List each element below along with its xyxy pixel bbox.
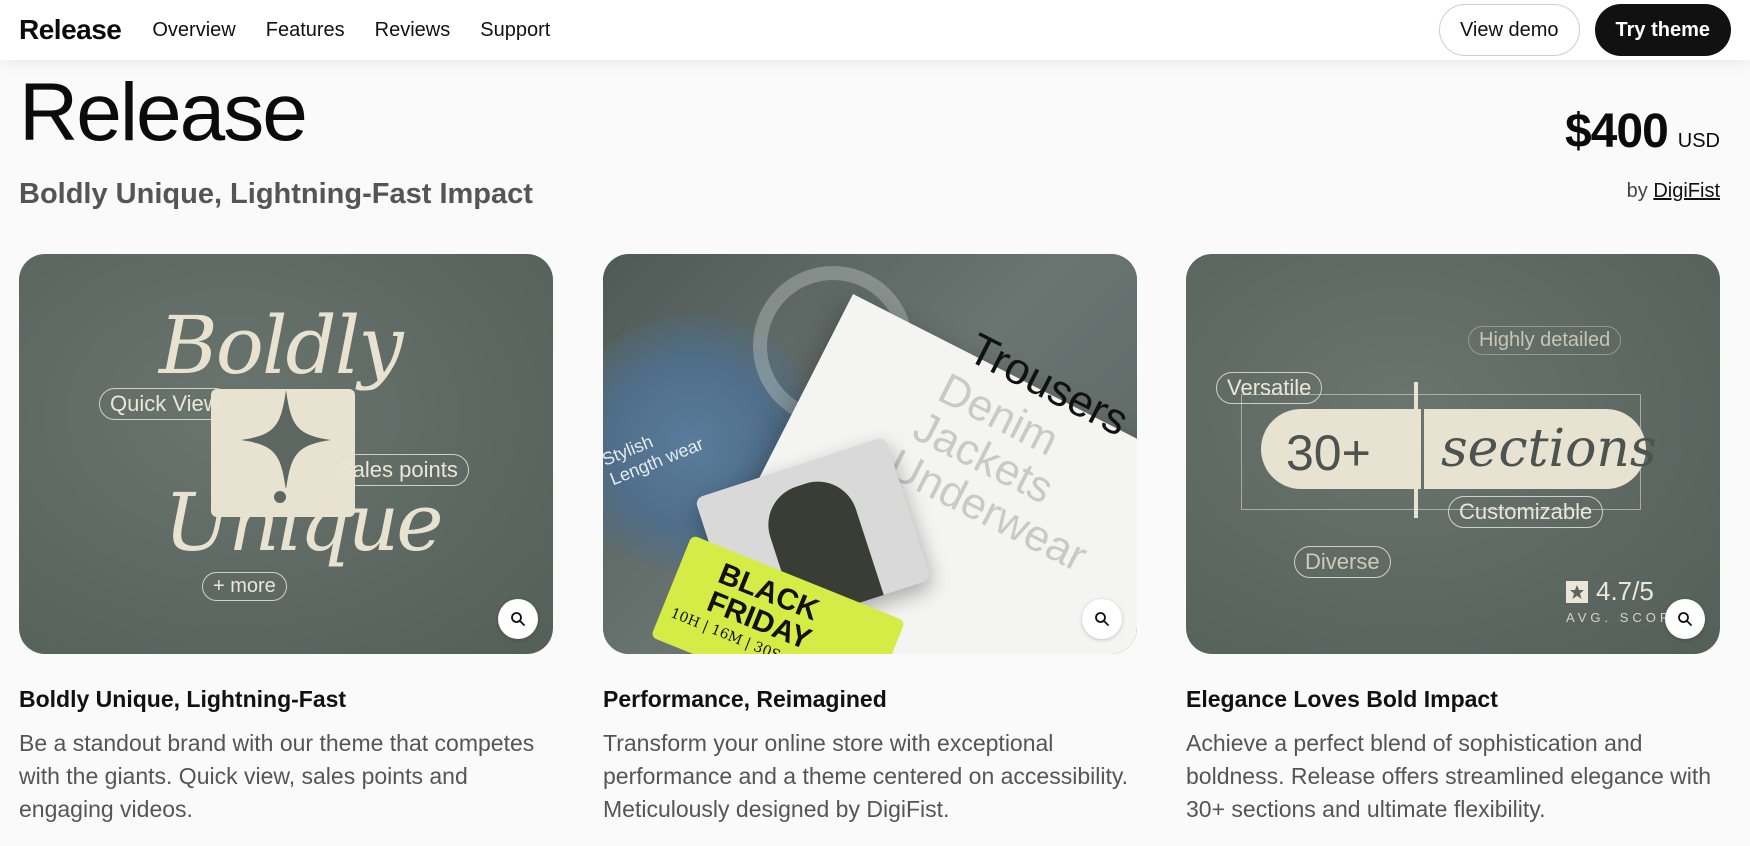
feature-image-3[interactable]: 30+ sections Versatile Highly detailed C… <box>1186 254 1720 654</box>
image-divider-bar <box>1414 382 1418 518</box>
pill-highly-detailed: Highly detailed <box>1468 326 1622 355</box>
image-word-unique: Unique <box>164 476 444 569</box>
nav-link-overview[interactable]: Overview <box>152 19 235 42</box>
pill-diverse: Diverse <box>1294 546 1391 578</box>
feature-card-2: Trousers Denim Jackets Underwear Stylish… <box>603 254 1137 826</box>
byline-prefix: by <box>1626 180 1648 202</box>
magnifier-icon <box>1678 612 1692 626</box>
magnifier-icon <box>1095 612 1109 626</box>
image-word-boldly: Boldly <box>159 299 404 392</box>
zoom-button[interactable] <box>1082 599 1122 639</box>
card-description: Achieve a perfect blend of sophisticatio… <box>1186 730 1712 822</box>
price-amount: $400 <box>1564 105 1669 158</box>
pill-sales-points: Sales points <box>327 454 469 486</box>
feature-image-2[interactable]: Trousers Denim Jackets Underwear Stylish… <box>603 254 1137 654</box>
pill-customizable: Customizable <box>1448 496 1604 528</box>
pill-more: + more <box>202 572 287 601</box>
zoom-button[interactable] <box>498 599 538 639</box>
score: 4.7/5 <box>1566 576 1654 607</box>
price-currency: USD <box>1677 130 1720 152</box>
byline: by DigiFist <box>1627 180 1720 203</box>
score-value: 4.7/5 <box>1596 576 1654 606</box>
top-navbar: Release Overview Features Reviews Suppor… <box>0 0 1750 60</box>
nav-link-features[interactable]: Features <box>266 19 345 42</box>
feature-card-3: 30+ sections Versatile Highly detailed C… <box>1186 254 1720 826</box>
brand-logo[interactable]: Release <box>19 14 122 46</box>
page-title: Release <box>19 67 308 158</box>
pill-versatile: Versatile <box>1216 372 1323 404</box>
card-title: Elegance Loves Bold Impact <box>1186 686 1498 712</box>
card-title: Performance, Reimagined <box>603 686 887 712</box>
author-link[interactable]: DigiFist <box>1653 180 1720 202</box>
pill-quick-view: Quick View <box>99 388 231 420</box>
view-demo-button[interactable]: View demo <box>1438 4 1580 56</box>
price: $400 USD <box>1565 104 1720 159</box>
image-count: 30+ <box>1286 425 1371 481</box>
nav-links: Overview Features Reviews Support <box>152 19 550 42</box>
zoom-button[interactable] <box>1665 599 1705 639</box>
nav-link-reviews[interactable]: Reviews <box>375 19 451 42</box>
try-theme-button[interactable]: Try theme <box>1594 4 1731 56</box>
nav-link-support[interactable]: Support <box>480 19 550 42</box>
card-title: Boldly Unique, Lightning-Fast <box>19 686 347 712</box>
card-description: Be a standout brand with our theme that … <box>19 730 535 822</box>
feature-card-1: Boldly Unique Quick View Sales points + … <box>19 254 553 826</box>
star-icon <box>1566 580 1588 603</box>
feature-image-1[interactable]: Boldly Unique Quick View Sales points + … <box>19 254 553 654</box>
nav-actions: View demo Try theme <box>1438 4 1731 56</box>
image-sections-word: sections <box>1441 419 1657 479</box>
card-description: Transform your online store with excepti… <box>603 730 1129 822</box>
sparkle-icon <box>241 390 331 490</box>
page-tagline: Boldly Unique, Lightning-Fast Impact <box>19 178 533 210</box>
magnifier-icon <box>511 612 525 626</box>
